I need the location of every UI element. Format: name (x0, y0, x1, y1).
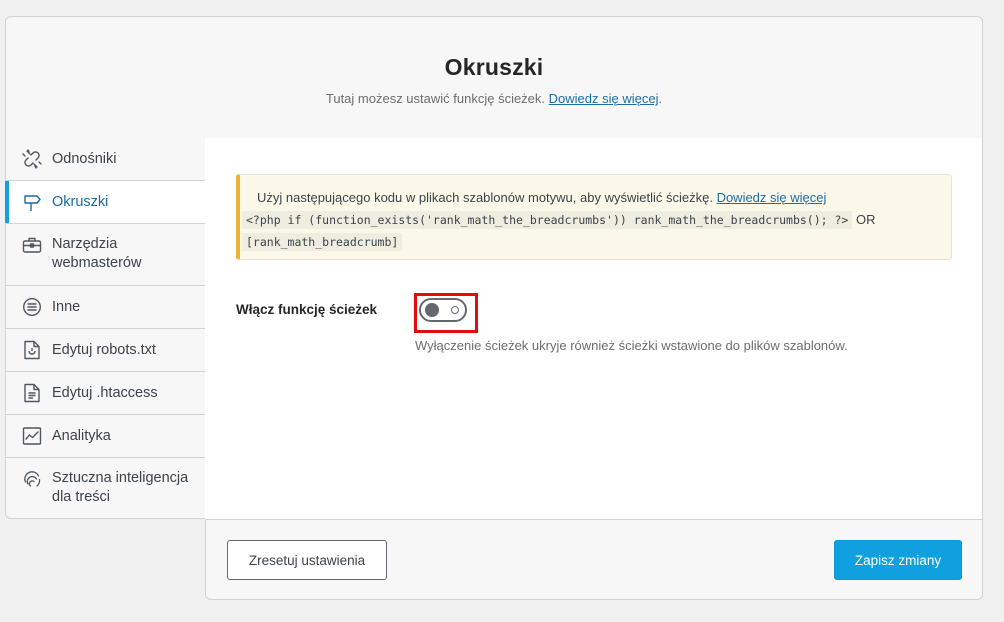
notice-or-text: OR (855, 212, 876, 227)
file-robot-icon (22, 340, 42, 360)
page-description-text: Tutaj możesz ustawić funkcję ścieżek. (325, 91, 546, 106)
sidebar-item-label: Okruszki (52, 194, 109, 210)
toggle-knob (425, 303, 439, 317)
sidebar-item-label: Narzędzia webmasterów (52, 236, 142, 271)
notice-learn-more-link[interactable]: Dowiedz się więcej (717, 190, 827, 205)
settings-content: Użyj następującego kodu w plikach szablo… (205, 138, 983, 519)
php-code-snippet[interactable]: <?php if (function_exists('rank_math_the… (242, 211, 853, 229)
toolbox-icon (22, 235, 42, 255)
settings-panel: Okruszki Tutaj możesz ustawić funkcję śc… (5, 16, 983, 600)
learn-more-link[interactable]: Dowiedz się więcej (549, 91, 659, 106)
signpost-icon (22, 192, 42, 212)
list-circle-icon (22, 297, 42, 317)
sidebar-item-other[interactable]: Inne (6, 286, 205, 329)
sidebar-item-links[interactable]: Odnośniki (6, 138, 205, 181)
settings-footer: Zresetuj ustawienia Zapisz zmiany (205, 519, 983, 600)
sidebar-item-content-ai[interactable]: Sztuczna inteligencja dla treści (6, 458, 205, 520)
sidebar-item-label: Odnośniki (52, 151, 117, 167)
breadcrumbs-toggle-label: Włącz funkcję ścieżek (236, 302, 378, 317)
page-header: Okruszki Tutaj możesz ustawić funkcję śc… (5, 16, 983, 139)
usage-notice: Użyj następującego kodu w plikach szablo… (236, 174, 952, 260)
sidebar-item-breadcrumbs[interactable]: Okruszki (5, 181, 206, 224)
notice-text: Użyj następującego kodu w plikach szablo… (257, 190, 713, 205)
notice-line-1: Użyj następującego kodu w plikach szablo… (257, 187, 951, 209)
fingerprint-icon (22, 469, 42, 489)
description-period: . (658, 91, 663, 106)
sidebar-item-label: Edytuj .htaccess (52, 385, 158, 401)
notice-line-2: <?php if (function_exists('rank_math_the… (242, 209, 951, 231)
save-changes-button[interactable]: Zapisz zmiany (834, 540, 962, 580)
breadcrumbs-toggle[interactable] (419, 298, 467, 322)
sidebar-item-webmaster-tools[interactable]: Narzędzia webmasterów (6, 224, 205, 286)
sidebar-item-label: Sztuczna inteligencja dla treści (52, 470, 189, 505)
sidebar-item-label: Inne (52, 299, 81, 315)
sidebar-item-label: Analityka (52, 428, 111, 444)
analytics-icon (22, 426, 42, 446)
sidebar-item-robots[interactable]: Edytuj robots.txt (6, 329, 205, 372)
sidebar-item-label: Edytuj robots.txt (52, 342, 156, 358)
breadcrumbs-toggle-help: Wyłączenie ścieżek ukryje również ścieżk… (415, 338, 848, 353)
link-broken-icon (22, 149, 42, 169)
shortcode-snippet[interactable]: [rank_math_breadcrumb] (242, 233, 403, 251)
sidebar-item-htaccess[interactable]: Edytuj .htaccess (6, 372, 205, 415)
page-description: Tutaj możesz ustawić funkcję ścieżek. Do… (6, 91, 982, 106)
toggle-off-indicator-icon (451, 306, 459, 314)
settings-sidebar: Odnośniki Okruszki Narzędzia webmasterów… (5, 138, 206, 519)
sidebar-item-analytics[interactable]: Analityka (6, 415, 205, 458)
reset-settings-button[interactable]: Zresetuj ustawienia (227, 540, 387, 580)
file-lines-icon (22, 383, 42, 403)
page-title: Okruszki (444, 54, 544, 80)
notice-line-3: [rank_math_breadcrumb] (242, 231, 951, 253)
